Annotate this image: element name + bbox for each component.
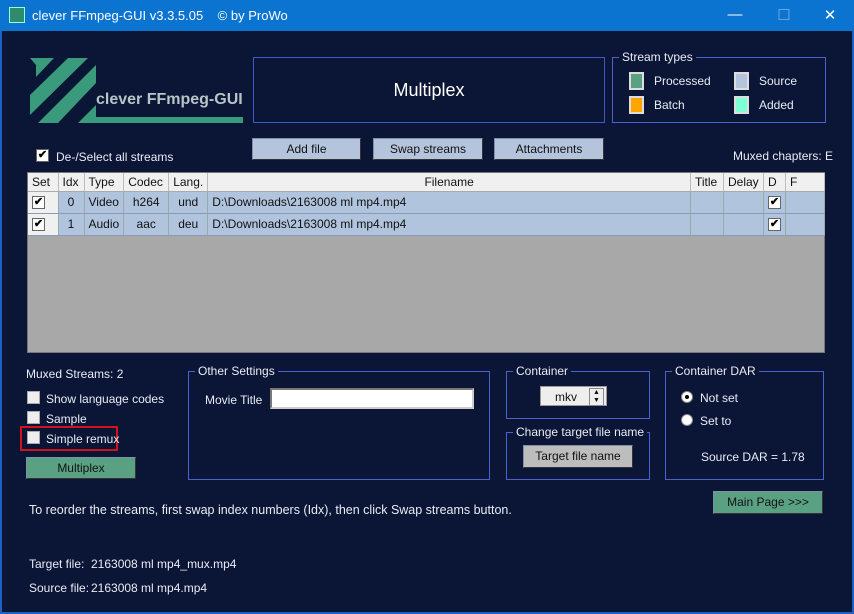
muxed-streams: Muxed Streams: 2 <box>26 367 124 381</box>
minimize-button[interactable]: — <box>725 6 745 23</box>
movie-title-label: Movie Title <box>205 393 263 407</box>
main-page-button[interactable]: Main Page >>> <box>713 491 823 514</box>
col-title[interactable]: Title <box>690 173 724 192</box>
row-set-checkbox[interactable]: ✔ <box>32 217 45 231</box>
ffmpeg-logo-icon <box>30 58 243 123</box>
container-group: Container mkv ▲ ▼ <box>506 364 650 419</box>
stream-types-group: Stream types Processed Source Batch Adde… <box>612 50 826 123</box>
row-type: Video <box>84 191 125 214</box>
col-delay[interactable]: Delay <box>723 173 764 192</box>
set-to-label: Set to <box>700 414 732 428</box>
table-header: Set Idx Type Codec Lang. Filename Title … <box>28 173 825 192</box>
batch-swatch <box>629 96 644 114</box>
container-label: Container <box>513 364 572 378</box>
spinner-arrows-icon[interactable]: ▲ ▼ <box>589 388 604 406</box>
container-value: mkv <box>555 390 577 404</box>
source-file-label: Source file: <box>29 581 90 595</box>
logo: clever FFmpeg-GUI <box>28 55 244 123</box>
row-f[interactable] <box>785 213 825 236</box>
simple-remux-label: Simple remux <box>46 432 120 446</box>
processed-swatch <box>629 72 644 90</box>
row-type: Audio <box>84 213 125 236</box>
row-idx[interactable]: 0 <box>58 191 85 214</box>
col-lang[interactable]: Lang. <box>168 173 209 192</box>
attachments-button[interactable]: Attachments <box>494 138 604 160</box>
target-file-name-button[interactable]: Target file name <box>523 445 633 468</box>
change-target-group: Change target file name Target file name <box>506 425 650 480</box>
window-title: clever FFmpeg-GUI v3.3.5.05 © by ProWo <box>32 8 288 23</box>
show-language-codes-label: Show language codes <box>46 392 165 406</box>
batch-label: Batch <box>654 98 685 112</box>
row-delay[interactable] <box>723 191 764 214</box>
source-file-value: 2163008 ml mp4.mp4 <box>91 581 208 595</box>
movie-title-input[interactable] <box>270 388 474 409</box>
not-set-radio[interactable] <box>681 391 693 403</box>
maximize-button[interactable]: ☐ <box>774 6 794 24</box>
container-dar-group: Container DAR Not set Set to Source DAR … <box>665 364 824 480</box>
row-filename: D:\Downloads\2163008 ml mp4.mp4 <box>207 191 691 214</box>
sample-label: Sample <box>46 412 87 426</box>
row-title[interactable] <box>690 191 724 214</box>
row-lang[interactable]: deu <box>168 213 209 236</box>
target-file-value: 2163008 ml mp4_mux.mp4 <box>91 557 237 571</box>
stream-types-label: Stream types <box>619 50 696 64</box>
row-idx[interactable]: 1 <box>58 213 85 236</box>
row-codec: aac <box>123 213 170 236</box>
source-label: Source <box>759 74 798 88</box>
select-all-label: De-/Select all streams <box>56 150 174 164</box>
target-file-label: Target file: <box>29 557 85 571</box>
page-title: Multiplex <box>393 79 465 100</box>
col-set[interactable]: Set <box>28 173 59 192</box>
streams-table[interactable]: Set Idx Type Codec Lang. Filename Title … <box>27 172 825 353</box>
row-filename: D:\Downloads\2163008 ml mp4.mp4 <box>207 213 691 236</box>
col-filename[interactable]: Filename <box>207 173 691 192</box>
page-title-box: Multiplex <box>253 57 605 123</box>
set-to-radio[interactable] <box>681 414 693 426</box>
swap-streams-button[interactable]: Swap streams <box>373 138 483 160</box>
added-swatch <box>734 96 749 114</box>
add-file-button[interactable]: Add file <box>252 138 361 160</box>
table-row[interactable]: ✔ 0 Video h264 und D:\Downloads\2163008 … <box>28 191 825 214</box>
col-d[interactable]: D <box>763 173 786 192</box>
select-all-checkbox[interactable]: ✔ <box>36 149 49 162</box>
close-button[interactable]: ✕ <box>820 6 840 24</box>
processed-label: Processed <box>654 74 711 88</box>
row-default-checkbox[interactable]: ✔ <box>768 195 781 209</box>
app-icon <box>9 7 25 23</box>
other-settings-label: Other Settings <box>195 364 278 378</box>
other-settings-group: Other Settings Movie Title <box>188 364 490 480</box>
title-bar: clever FFmpeg-GUI v3.3.5.05 © by ProWo —… <box>0 0 854 31</box>
added-label: Added <box>759 98 794 112</box>
source-dar: Source DAR = 1.78 <box>701 450 805 464</box>
sample-checkbox[interactable] <box>27 411 40 424</box>
row-f[interactable] <box>785 191 825 214</box>
row-lang[interactable]: und <box>168 191 209 214</box>
change-target-label: Change target file name <box>513 425 648 439</box>
col-type[interactable]: Type <box>84 173 125 192</box>
muxed-chapters: Muxed chapters: E <box>733 149 834 163</box>
multiplex-button[interactable]: Multiplex <box>26 457 136 479</box>
col-idx[interactable]: Idx <box>58 173 85 192</box>
row-codec: h264 <box>123 191 170 214</box>
container-spinner[interactable]: mkv ▲ ▼ <box>540 386 607 406</box>
row-set-checkbox[interactable]: ✔ <box>32 195 45 209</box>
row-delay[interactable] <box>723 213 764 236</box>
instruction-text: To reorder the streams, first swap index… <box>29 503 512 517</box>
table-row[interactable]: ✔ 1 Audio aac deu D:\Downloads\2163008 m… <box>28 213 825 236</box>
simple-remux-checkbox[interactable] <box>27 431 40 444</box>
logo-text: clever FFmpeg-GUI <box>96 91 243 108</box>
row-default-checkbox[interactable]: ✔ <box>768 217 781 231</box>
not-set-label: Not set <box>700 391 739 405</box>
col-codec[interactable]: Codec <box>123 173 170 192</box>
source-swatch <box>734 72 749 90</box>
row-title[interactable] <box>690 213 724 236</box>
container-dar-label: Container DAR <box>672 364 759 378</box>
col-f[interactable]: F <box>785 173 825 192</box>
show-language-codes-checkbox[interactable] <box>27 391 40 404</box>
